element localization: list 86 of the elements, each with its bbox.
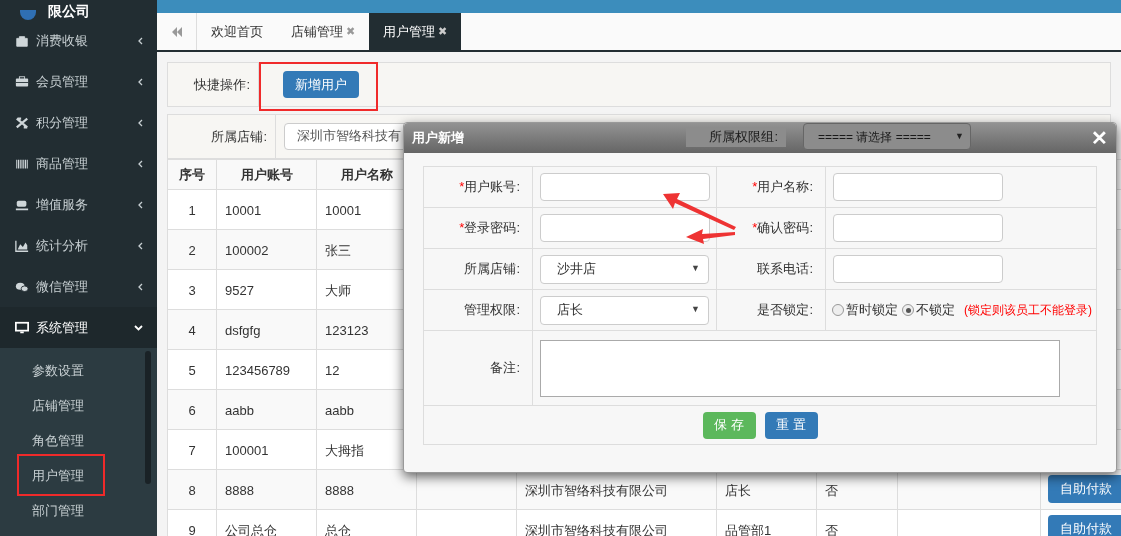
group-select[interactable]: ===== 请选择 ===== ▼ [803,123,971,150]
table-cell: 9 [167,509,217,536]
table-cell: 10001 [216,189,317,230]
logo-icon [20,10,36,20]
add-user-button[interactable]: 新增用户 [283,71,359,98]
chevron-left-icon [138,200,143,209]
sidebar-item[interactable]: 消费收银 [0,20,157,61]
radio-label: 不锁定 [916,301,955,320]
double-left-icon [170,26,183,37]
pay-button[interactable]: 自助付款 [1048,475,1121,503]
table-cell: 100002 [216,229,317,270]
chevron-left-icon [138,118,143,127]
field-label: *登录密码: [459,219,520,238]
chevron-left-icon [138,36,143,45]
radio-button[interactable] [832,304,844,316]
field-label: *用户账号: [459,178,520,197]
chevron-left-icon [138,159,143,168]
sidebar-item[interactable]: 会员管理 [0,61,157,102]
input-field[interactable] [540,214,710,242]
submenu-item[interactable]: 部门管理 [0,493,157,528]
tab[interactable]: 欢迎首页 [197,13,277,50]
sidebar-item[interactable]: 系统管理 [0,307,157,348]
table-cell: 6 [167,389,217,430]
input-field[interactable] [833,214,1003,242]
table-cell: 100001 [216,429,317,470]
table-cell: 4 [167,309,217,350]
table-cell: 9527 [216,269,317,310]
dropdown-caret-icon: ▼ [691,303,700,317]
radio-button[interactable] [902,304,914,316]
submenu-item[interactable]: 店铺管理 [0,388,157,423]
select-field[interactable]: 沙井店 ▼ [540,254,709,284]
chevron-left-icon [138,241,143,250]
pay-button[interactable]: 自助付款 [1048,515,1121,536]
area-chart-icon [15,238,29,253]
input-field[interactable] [833,255,1003,283]
hint-text: (锁定则该员工不能登录) [964,302,1092,319]
field-label: 备注: [490,359,520,378]
logo-text: 限公司 [48,2,90,20]
close-icon[interactable]: ✖ [438,23,447,40]
field-label: 管理权限: [464,301,520,320]
table-cell: 5 [167,349,217,390]
bag-icon [15,33,29,48]
field-label: *确认密码: [752,219,813,238]
dropdown-caret-icon: ▼ [955,129,964,144]
field-label: 联系电话: [757,260,813,279]
remarks-field[interactable] [540,339,1060,397]
shuffle-icon [15,115,29,130]
close-icon[interactable]: ✕ [1091,128,1108,148]
radio-label: 暂时锁定 [846,301,898,320]
table-cell: 3 [167,269,217,310]
reset-button[interactable]: 重 置 [764,411,818,439]
quick-actions-label: 快捷操作: [168,63,259,106]
sidebar-item[interactable]: 积分管理 [0,102,157,143]
table-cell: aabb [216,389,317,430]
input-field[interactable] [833,173,1003,201]
table-cell: 2 [167,229,217,270]
chevron-left-icon [138,77,143,86]
submenu-item[interactable]: 用户管理 [0,458,157,493]
table-cell: 8 [167,469,217,510]
sidebar-item[interactable]: 增值服务 [0,184,157,225]
submenu-item[interactable]: 参数设置 [0,353,157,388]
tab[interactable]: 用户管理 ✖ [369,13,461,50]
sidebar-item[interactable]: 微信管理 [0,266,157,307]
briefcase-icon [15,74,29,89]
column-header: 用户账号 [216,159,317,190]
field-label: *用户名称: [752,178,813,197]
field-label: 所属店铺: [464,260,520,279]
submenu-item[interactable]: 角色管理 [0,423,157,458]
select-field[interactable]: 店长 ▼ [540,295,709,325]
dialog-title: 用户新增 [412,129,464,148]
table-cell: dsfgfg [216,309,317,350]
chevron-down-icon [134,324,143,331]
table-cell: 123456789 [216,349,317,390]
column-header: 序号 [167,159,217,190]
chevron-left-icon [138,282,143,291]
sidebar-item[interactable]: 统计分析 [0,225,157,266]
field-label: 是否锁定: [757,301,813,320]
table-cell: 1 [167,189,217,230]
input-field[interactable] [540,173,710,201]
dropdown-caret-icon: ▼ [691,262,700,276]
sidebar-item[interactable]: 商品管理 [0,143,157,184]
tab[interactable]: 店铺管理 ✖ [277,13,369,50]
filter-label: 所属店铺: [168,115,276,158]
monitor-icon [15,320,29,335]
table-cell: 7 [167,429,217,470]
table-cell: 8888 [216,469,317,510]
